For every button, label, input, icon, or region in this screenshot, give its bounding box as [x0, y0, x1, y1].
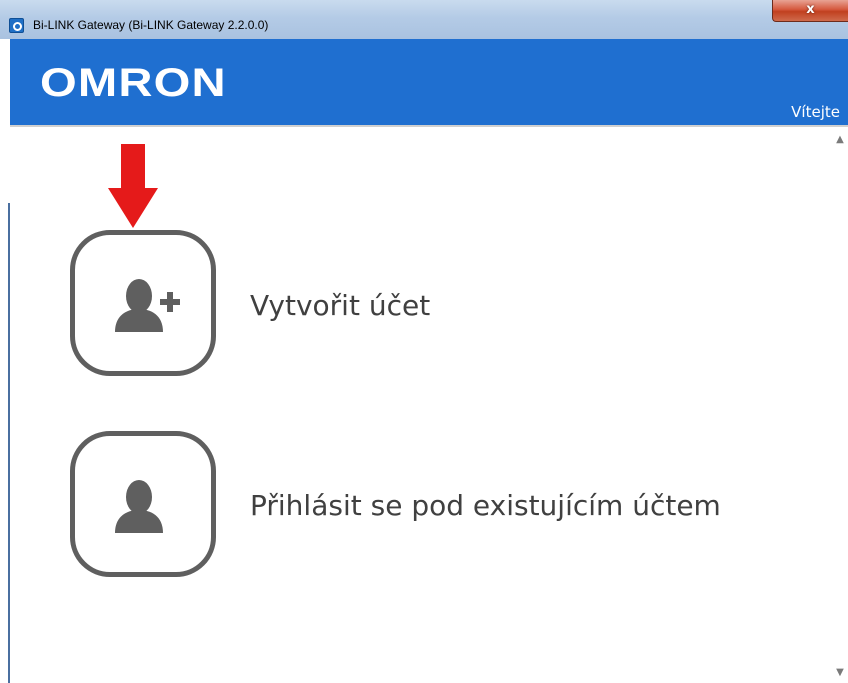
app-header: OMRON Vítejte [10, 39, 848, 127]
scroll-up-icon[interactable]: ▲ [834, 134, 846, 146]
app-icon[interactable] [9, 18, 24, 33]
create-account-label[interactable]: Vytvořit účet [250, 289, 430, 322]
login-existing-button[interactable] [70, 431, 216, 577]
main-content: ▲ ▼ Vytvořit účet Přihlásit se pod exist… [10, 127, 848, 683]
brand-logo: OMRON [40, 61, 227, 105]
user-icon [115, 480, 163, 533]
create-account-button[interactable] [70, 230, 216, 376]
close-button[interactable]: x [772, 0, 848, 22]
scroll-down-icon[interactable]: ▼ [834, 667, 846, 679]
down-arrow-icon [108, 144, 158, 228]
window-title: Bi-LINK Gateway (Bi-LINK Gateway 2.2.0.0… [33, 18, 269, 32]
login-existing-label[interactable]: Přihlásit se pod existujícím účtem [250, 489, 721, 522]
window-titlebar: Bi-LINK Gateway (Bi-LINK Gateway 2.2.0.0… [0, 0, 848, 39]
add-user-icon [115, 279, 180, 332]
welcome-tab[interactable]: Vítejte [791, 103, 840, 121]
window-left-frame [0, 39, 10, 683]
